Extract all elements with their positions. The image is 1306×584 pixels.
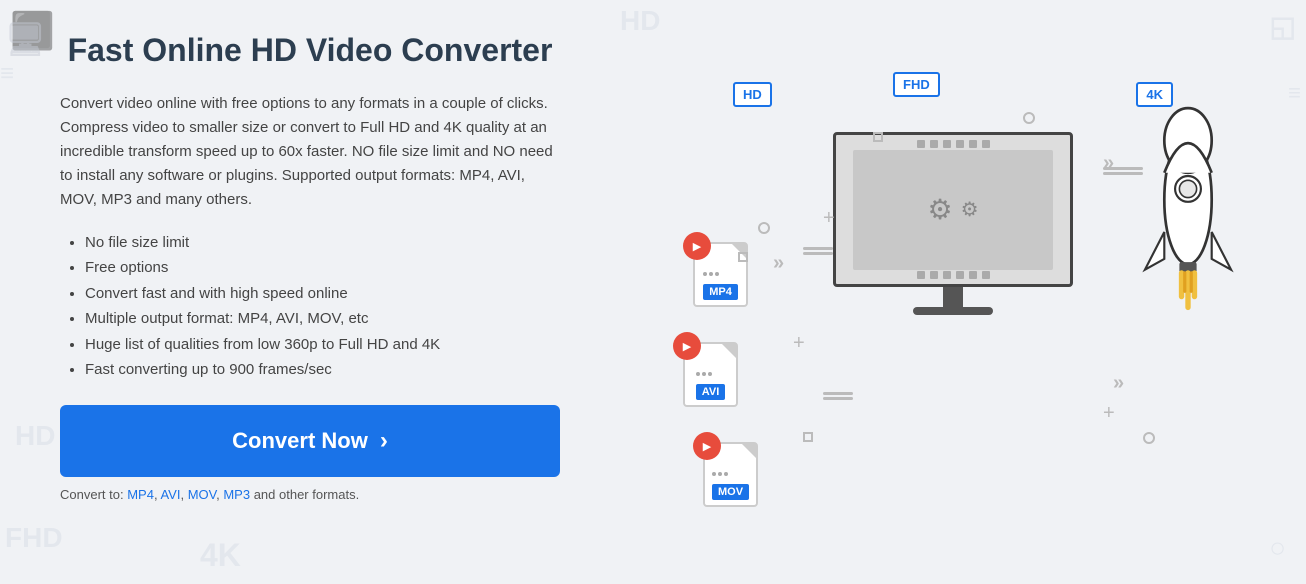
circle-deco-3 [1143,432,1155,444]
file-icon-avi: ▶ AVI [683,342,738,407]
monitor-illustration: ⚙ ⚙ [833,132,1073,312]
badge-fhd: FHD [893,72,940,97]
play-icon-avi: ▶ [673,332,701,360]
format-link-mp3[interactable]: MP3 [223,487,250,502]
line-deco-6 [1103,172,1143,175]
circle-deco-2 [1023,112,1035,124]
circle-deco-1 [758,222,770,234]
line-deco-5 [1103,167,1143,170]
play-icon-mp4: ▶ [683,232,711,260]
line-deco-4 [823,397,853,400]
badge-hd: HD [733,82,772,107]
monitor-stand [943,287,963,307]
gear-icon-1: ⚙ [927,193,952,226]
formats-suffix: and other formats. [254,487,360,502]
right-panel: HD FHD 4K ⚙ ⚙ [620,0,1306,584]
plus-icon-1: + [793,332,805,355]
feature-item: Huge list of qualities from low 360p to … [85,332,560,358]
illustration: HD FHD 4K ⚙ ⚙ [673,52,1253,532]
monitor-screen: ⚙ ⚙ [833,132,1073,287]
line-deco-1 [803,247,833,250]
gear-icons: ⚙ ⚙ [927,193,978,226]
page-title: Fast Online HD Video Converter [60,30,560,72]
gear-icon-2: ⚙ [961,197,979,222]
format-link-mp4[interactable]: MP4 [127,487,154,502]
convert-now-button[interactable]: Convert Now › [60,405,560,477]
feature-item: Free options [85,255,560,281]
feature-item: Convert fast and with high speed online [85,281,560,307]
convert-btn-arrow: › [380,427,388,455]
file-icon-mov: ▶ MOV [703,442,758,507]
rocket-illustration [1133,92,1243,372]
square-deco-2 [803,432,813,442]
line-deco-3 [823,392,853,395]
feature-item: Fast converting up to 900 frames/sec [85,357,560,383]
chevron-right-icon-2: » [1113,372,1120,395]
square-deco-3 [873,132,883,142]
format-link-avi[interactable]: AVI [160,487,180,502]
monitor-base [913,307,993,315]
formats-prefix: Convert to: [60,487,127,502]
features-list: No file size limitFree optionsConvert fa… [60,230,560,383]
description-text: Convert video online with free options t… [60,92,560,212]
chevron-right-icon-1: » [773,252,780,275]
feature-item: Multiple output format: MP4, AVI, MOV, e… [85,306,560,332]
line-deco-2 [803,252,833,255]
monitor-screen-inner: ⚙ ⚙ [853,150,1053,270]
square-deco-1 [738,252,748,262]
page-container: ⬛ 🖥 HD ≡ HD FHD 4K ◱ ≡ ○ Fast Online HD … [0,0,1306,584]
convert-formats: Convert to: MP4, AVI, MOV, MP3 and other… [60,487,560,502]
feature-item: No file size limit [85,230,560,256]
convert-btn-label: Convert Now [232,428,368,454]
left-panel: Fast Online HD Video Converter Convert v… [0,0,620,584]
plus-icon-3: + [1103,402,1115,425]
play-icon-mov: ▶ [693,432,721,460]
plus-icon-2: + [823,207,835,230]
format-link-mov[interactable]: MOV [188,487,216,502]
